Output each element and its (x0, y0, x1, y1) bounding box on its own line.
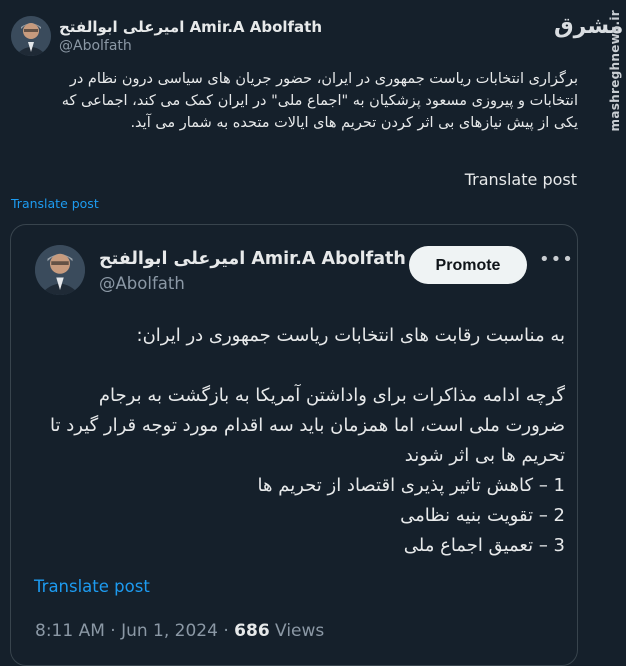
post-line: 2 – تقویت بنیه نظامی (400, 505, 565, 526)
post-line: ضرورت ملی است، اما همزمان باید سه اقدام … (50, 415, 565, 436)
post-meta: 8:11 AM · Jun 1, 2024 · 686 Views (35, 621, 324, 641)
author-handle[interactable]: @Abolfath (59, 38, 132, 54)
post-line: 3 – تعمیق اجماع ملی (403, 535, 565, 556)
views-label: Views (269, 621, 325, 641)
post-line: تحریم ها بی اثر شوند (404, 445, 565, 466)
site-watermark: mashreghnews.ir (608, 10, 622, 132)
quoted-post-card[interactable]: امیرعلی ابوالفتح Amir.A Abolfath @Abolfa… (10, 224, 578, 666)
promote-button[interactable]: Promote (409, 246, 527, 284)
site-logo: مشرق (554, 14, 624, 39)
post-line: یکی از پیش نیازهای بی اثر کردن تحریم های… (130, 115, 578, 131)
avatar[interactable] (11, 16, 51, 56)
post-body: برگزاری انتخابات ریاست جمهوری در ایران، … (10, 68, 578, 134)
post-line: 1 – کاهش تاثیر پذیری اقتصاد از تحریم ها (257, 475, 565, 496)
post-timestamp[interactable]: 8:11 AM · Jun 1, 2024 · (35, 621, 234, 641)
translate-post-link[interactable]: Translate post (11, 196, 99, 211)
post-body: به مناسبت رقابت های انتخابات ریاست جمهور… (33, 321, 565, 561)
post-line: گرچه ادامه مذاکرات برای واداشتن آمریکا ب… (98, 385, 565, 406)
translate-post-link[interactable]: Translate post (34, 577, 150, 596)
post-line: انتخابات و پیروزی مسعود پزشکیان به "اجما… (61, 93, 578, 109)
more-options-icon[interactable]: ••• (539, 251, 573, 271)
avatar[interactable] (35, 245, 85, 295)
translate-text: Translate post (464, 170, 577, 189)
post-line: به مناسبت رقابت های انتخابات ریاست جمهور… (136, 325, 565, 346)
author-name[interactable]: امیرعلی ابوالفتح Amir.A Abolfath (59, 18, 322, 36)
author-name[interactable]: امیرعلی ابوالفتح Amir.A Abolfath (99, 249, 406, 269)
author-handle[interactable]: @Abolfath (99, 274, 185, 293)
views-count: 686 (234, 621, 270, 641)
post-line: برگزاری انتخابات ریاست جمهوری در ایران، … (69, 71, 578, 87)
